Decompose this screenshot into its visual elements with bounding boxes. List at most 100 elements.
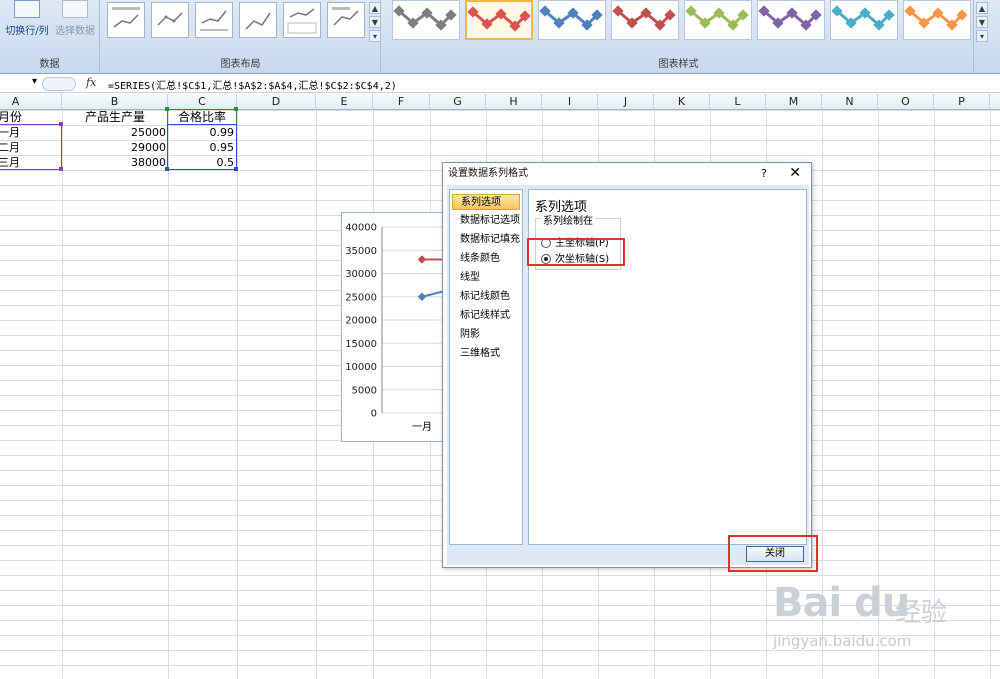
chart-layout-1[interactable] (107, 2, 145, 38)
chart-styles-group-label: 图表样式 (658, 59, 699, 70)
column-header[interactable]: N (822, 94, 878, 110)
cell-c1[interactable]: 合格比率 (168, 110, 236, 125)
column-header[interactable]: C (168, 94, 237, 110)
data-group-label: 数据 (39, 59, 60, 70)
formula-input[interactable]: =SERIES(汇总!$C$1,汇总!$A$2:$A$4,汇总!$C$2:$C$… (108, 77, 397, 92)
chart-layout-2[interactable] (151, 2, 189, 38)
select-data-button[interactable]: 选择数据 (52, 0, 98, 40)
grid-line (237, 110, 238, 679)
cell-b4[interactable]: 38000 (62, 155, 168, 170)
nav-item[interactable]: 阴影 (452, 327, 520, 343)
name-box[interactable]: ▾ (0, 76, 40, 92)
column-header[interactable]: L (710, 94, 766, 110)
style-scroll-up-icon[interactable]: ▲ (976, 2, 988, 14)
chart-layout-3[interactable] (195, 2, 233, 38)
column-header[interactable]: M (766, 94, 822, 110)
chart-layout-4[interactable] (239, 2, 277, 38)
grid-line (990, 110, 991, 679)
cell-a1[interactable]: 月份 (0, 110, 30, 125)
x-tick-label: 一月 (412, 421, 432, 433)
chart-style-8[interactable] (903, 0, 971, 40)
grid-line (316, 110, 317, 679)
column-header[interactable]: B (62, 94, 168, 110)
insert-function-icon[interactable]: fx (86, 76, 96, 89)
chart-style-6[interactable] (757, 0, 825, 40)
style-scroll-down-icon[interactable]: ▼ (976, 16, 988, 28)
range-handle[interactable] (234, 167, 238, 171)
ribbon: 切换行/列 选择数据 数据 ▲ ▼ ▾ 图表布局 图表样式 ▲ ▼ ▾ (0, 0, 1000, 74)
formula-bar: ▾ fx =SERIES(汇总!$C$1,汇总!$A$2:$A$4,汇总!$C$… (0, 75, 1000, 93)
chart-style-5[interactable] (684, 0, 752, 40)
chart-layout-5[interactable] (283, 2, 321, 38)
highlight-annotation (728, 535, 818, 572)
nav-item[interactable]: 线条颜色 (452, 251, 520, 267)
chart-style-2[interactable] (465, 0, 533, 40)
series-marker[interactable] (417, 255, 427, 264)
range-handle[interactable] (59, 122, 63, 126)
nav-item[interactable]: 线型 (452, 270, 520, 286)
nav-item[interactable]: 标记线颜色 (452, 289, 520, 305)
cell-a4[interactable]: 三月 (0, 155, 60, 170)
range-handle[interactable] (165, 107, 169, 111)
column-header[interactable]: J (598, 94, 654, 110)
chart-plot: 40000 35000 30000 25000 20000 15000 10000 5000 0… (345, 223, 446, 433)
nav-item[interactable]: 三维格式 (452, 346, 520, 362)
y-tick-label: 5000 (352, 385, 377, 396)
layout-scroll-up-icon[interactable]: ▲ (369, 2, 381, 14)
cell-a2[interactable]: 一月 (0, 125, 60, 140)
cell-b2[interactable]: 25000 (62, 125, 168, 140)
cell-c4[interactable]: 0.5 (168, 155, 236, 170)
nav-item[interactable]: 数据标记填充 (452, 232, 520, 248)
series-marker[interactable] (417, 292, 427, 301)
column-header[interactable]: P (934, 94, 990, 110)
category-nav: 系列选项数据标记选项 数据标记填充 线条颜色线型标记线颜色标记线样式阴影三维格式 (449, 189, 523, 545)
chart-layout-6[interactable] (327, 2, 365, 38)
y-tick-label: 0 (371, 409, 377, 420)
column-header[interactable]: F (373, 94, 430, 110)
switch-row-column-button[interactable]: 切换行/列 (4, 0, 50, 40)
nav-item[interactable]: 标记线样式 (452, 308, 520, 324)
line-chart[interactable]: 40000 35000 30000 25000 20000 15000 10000 5000 0… (341, 212, 446, 442)
column-header[interactable]: H (486, 94, 542, 110)
grid-line (62, 110, 63, 679)
range-handle[interactable] (59, 167, 63, 171)
y-tick-label: 40000 (345, 223, 377, 234)
highlight-annotation (527, 238, 625, 266)
style-more-icon[interactable]: ▾ (976, 30, 988, 42)
baidu-watermark: Bai du 经验 jingyan.baidu.com (745, 570, 965, 660)
chart-style-7[interactable] (830, 0, 898, 40)
dialog-title: 设置数据系列格式 (448, 168, 528, 179)
cell-b1[interactable]: 产品生产量 (62, 110, 168, 125)
chart-style-4[interactable] (611, 0, 679, 40)
column-header[interactable]: E (316, 94, 373, 110)
chart-style-3[interactable] (538, 0, 606, 40)
y-tick-label: 30000 (345, 269, 377, 280)
column-header[interactable]: A (0, 94, 62, 110)
watermark-text: 经验 (895, 598, 948, 628)
range-handle[interactable] (234, 107, 238, 111)
cell-c2[interactable]: 0.99 (168, 125, 236, 140)
chart-styles-group: 图表样式 (384, 0, 974, 72)
column-header[interactable]: D (237, 94, 316, 110)
y-tick-label: 25000 (345, 292, 377, 303)
y-tick-label: 10000 (345, 362, 377, 373)
layout-scroll-down-icon[interactable]: ▼ (369, 16, 381, 28)
nav-item[interactable]: 系列选项 (452, 194, 520, 210)
select-data-icon (62, 0, 88, 18)
nav-item[interactable]: 数据标记选项 (452, 213, 520, 229)
help-icon[interactable]: ? (761, 167, 767, 180)
cell-a3[interactable]: 二月 (0, 140, 60, 155)
column-header[interactable]: G (430, 94, 486, 110)
chart-style-1[interactable] (392, 0, 460, 40)
column-header[interactable]: O (878, 94, 934, 110)
column-header[interactable]: I (542, 94, 598, 110)
close-icon[interactable]: ✕ (789, 165, 801, 181)
y-tick-label: 15000 (345, 339, 377, 350)
name-box-resize-handle[interactable] (42, 77, 76, 91)
column-header[interactable]: K (654, 94, 710, 110)
cell-c3[interactable]: 0.95 (168, 140, 236, 155)
layout-more-icon[interactable]: ▾ (369, 30, 381, 42)
range-handle[interactable] (165, 167, 169, 171)
cell-b3[interactable]: 29000 (62, 140, 168, 155)
column-headers: ABCDEFGHIJKLMNOP (0, 94, 1000, 110)
